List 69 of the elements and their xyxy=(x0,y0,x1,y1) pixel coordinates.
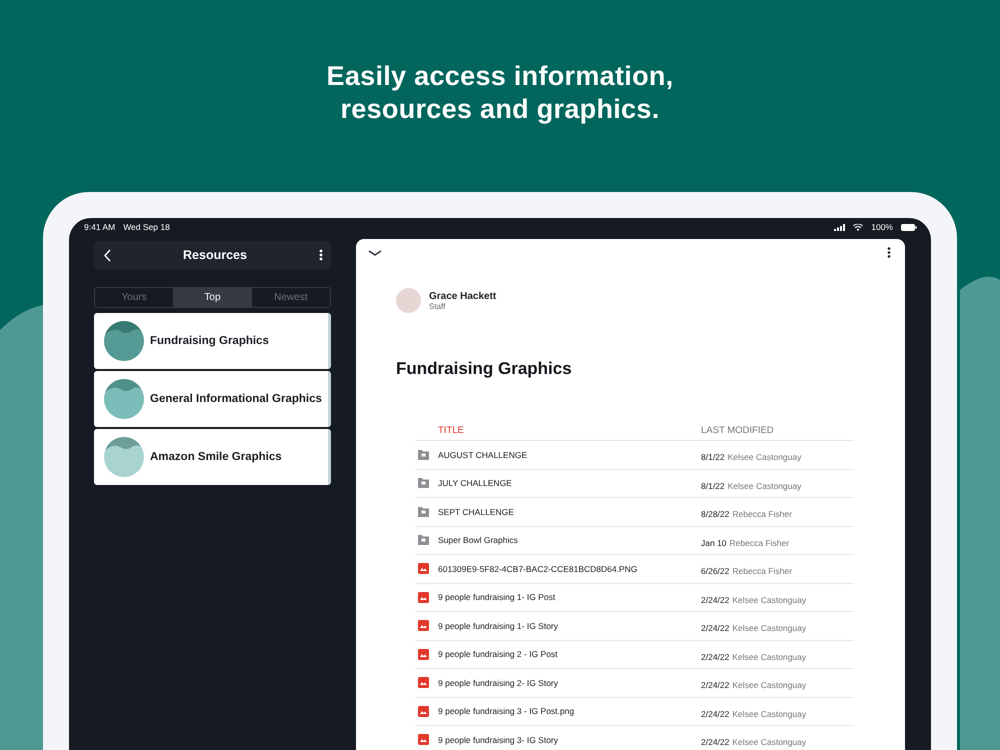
file-title[interactable]: 9 people fundraising 1- IG Story xyxy=(438,620,558,631)
folder-icon xyxy=(418,506,429,517)
collection-title: Fundraising Graphics xyxy=(396,359,573,379)
folder-icon xyxy=(418,450,429,460)
status-time: 9:41 AM xyxy=(84,222,116,232)
modified-by: Rebecca Fisher xyxy=(730,538,790,548)
modified-date: 2/24/22 xyxy=(701,680,730,690)
file-title[interactable]: 9 people fundraising 3- IG Story xyxy=(438,734,558,745)
modified-by: Kelsee Castonguay xyxy=(732,680,806,690)
back-button[interactable] xyxy=(104,248,111,262)
more-menu-button[interactable] xyxy=(887,247,891,258)
modified-date: 2/24/22 xyxy=(701,623,730,634)
file-title[interactable]: 9 people fundraising 3 - IG Post.png xyxy=(438,706,574,716)
image-icon xyxy=(418,677,429,688)
file-title[interactable]: AUGUST CHALLENGE xyxy=(438,450,528,460)
collapse-button[interactable] xyxy=(368,250,382,256)
modified-date: 2/24/22 xyxy=(701,652,730,662)
resource-card[interactable]: General Informational Graphics xyxy=(94,371,331,427)
modified-date: 2/24/22 xyxy=(701,708,730,719)
column-header: LAST MODIFIED xyxy=(701,425,774,436)
resource-card[interactable]: Fundraising Graphics xyxy=(94,313,331,369)
modified-date: 2/24/22 xyxy=(701,594,730,605)
filter-tab[interactable]: Yours xyxy=(95,288,174,307)
file-title[interactable]: 9 people fundraising 1- IG Post xyxy=(438,592,556,602)
file-title[interactable]: JULY CHALLENGE xyxy=(438,478,512,488)
modified-by: Kelsee Castonguay xyxy=(728,452,802,462)
modified-by: Kelsee Castonguay xyxy=(732,652,806,662)
modified-by: Kelsee Castonguay xyxy=(732,594,806,605)
author-role: Staff xyxy=(429,302,446,310)
battery-icon xyxy=(901,224,917,230)
modified-by: Kelsee Castonguay xyxy=(728,480,802,491)
image-icon xyxy=(418,563,429,574)
image-icon xyxy=(418,734,429,746)
signal-icon xyxy=(834,224,846,230)
file-title[interactable]: 9 people fundraising 2 - IG Post xyxy=(438,649,558,660)
avatar xyxy=(396,288,421,313)
modified-date: 2/24/22 xyxy=(701,737,730,748)
wifi-icon xyxy=(853,224,864,230)
headline-line: resources and graphics. xyxy=(339,93,660,126)
file-title[interactable]: Super Bowl Graphics xyxy=(438,535,518,546)
modified-by: Rebecca Fisher xyxy=(732,509,792,520)
modified-date: 8/28/22 xyxy=(701,509,730,520)
modified-date: 6/26/22 xyxy=(701,566,730,576)
modified-by: Kelsee Castonguay xyxy=(732,708,806,719)
modified-by: Kelsee Castonguay xyxy=(732,623,806,634)
modified-date: 8/1/22 xyxy=(701,452,725,462)
status-date: Wed Sep 18 xyxy=(123,222,170,232)
filter-tab[interactable]: Top xyxy=(173,288,252,307)
image-icon xyxy=(418,620,429,632)
file-title[interactable]: SEPT CHALLENGE xyxy=(438,506,514,517)
image-icon xyxy=(418,648,429,660)
modified-date: 8/1/22 xyxy=(701,480,725,491)
modified-by: Kelsee Castonguay xyxy=(732,737,806,748)
column-header: TITLE xyxy=(437,425,464,436)
modified-by: Rebecca Fisher xyxy=(732,566,792,576)
file-title[interactable]: 9 people fundraising 2- IG Story xyxy=(438,678,558,688)
resource-card[interactable]: Amazon Smile Graphics xyxy=(94,429,331,485)
folder-icon xyxy=(418,478,429,488)
more-menu-button[interactable] xyxy=(319,249,323,261)
image-icon xyxy=(418,592,429,603)
modified-date: Jan 10 xyxy=(701,538,727,548)
author-name: Grace Hackett xyxy=(429,290,496,302)
file-title[interactable]: 601309E9-5F82-4CB7-BAC2-CCE81BCD8D64.PNG xyxy=(438,564,638,574)
folder-icon xyxy=(418,535,429,546)
filter-tab[interactable]: Newest xyxy=(252,288,330,307)
sidebar-title: Resources xyxy=(183,248,247,262)
headline-line: Easily access information, xyxy=(326,60,674,93)
image-icon xyxy=(418,706,429,717)
battery-percent: 100% xyxy=(871,222,893,232)
